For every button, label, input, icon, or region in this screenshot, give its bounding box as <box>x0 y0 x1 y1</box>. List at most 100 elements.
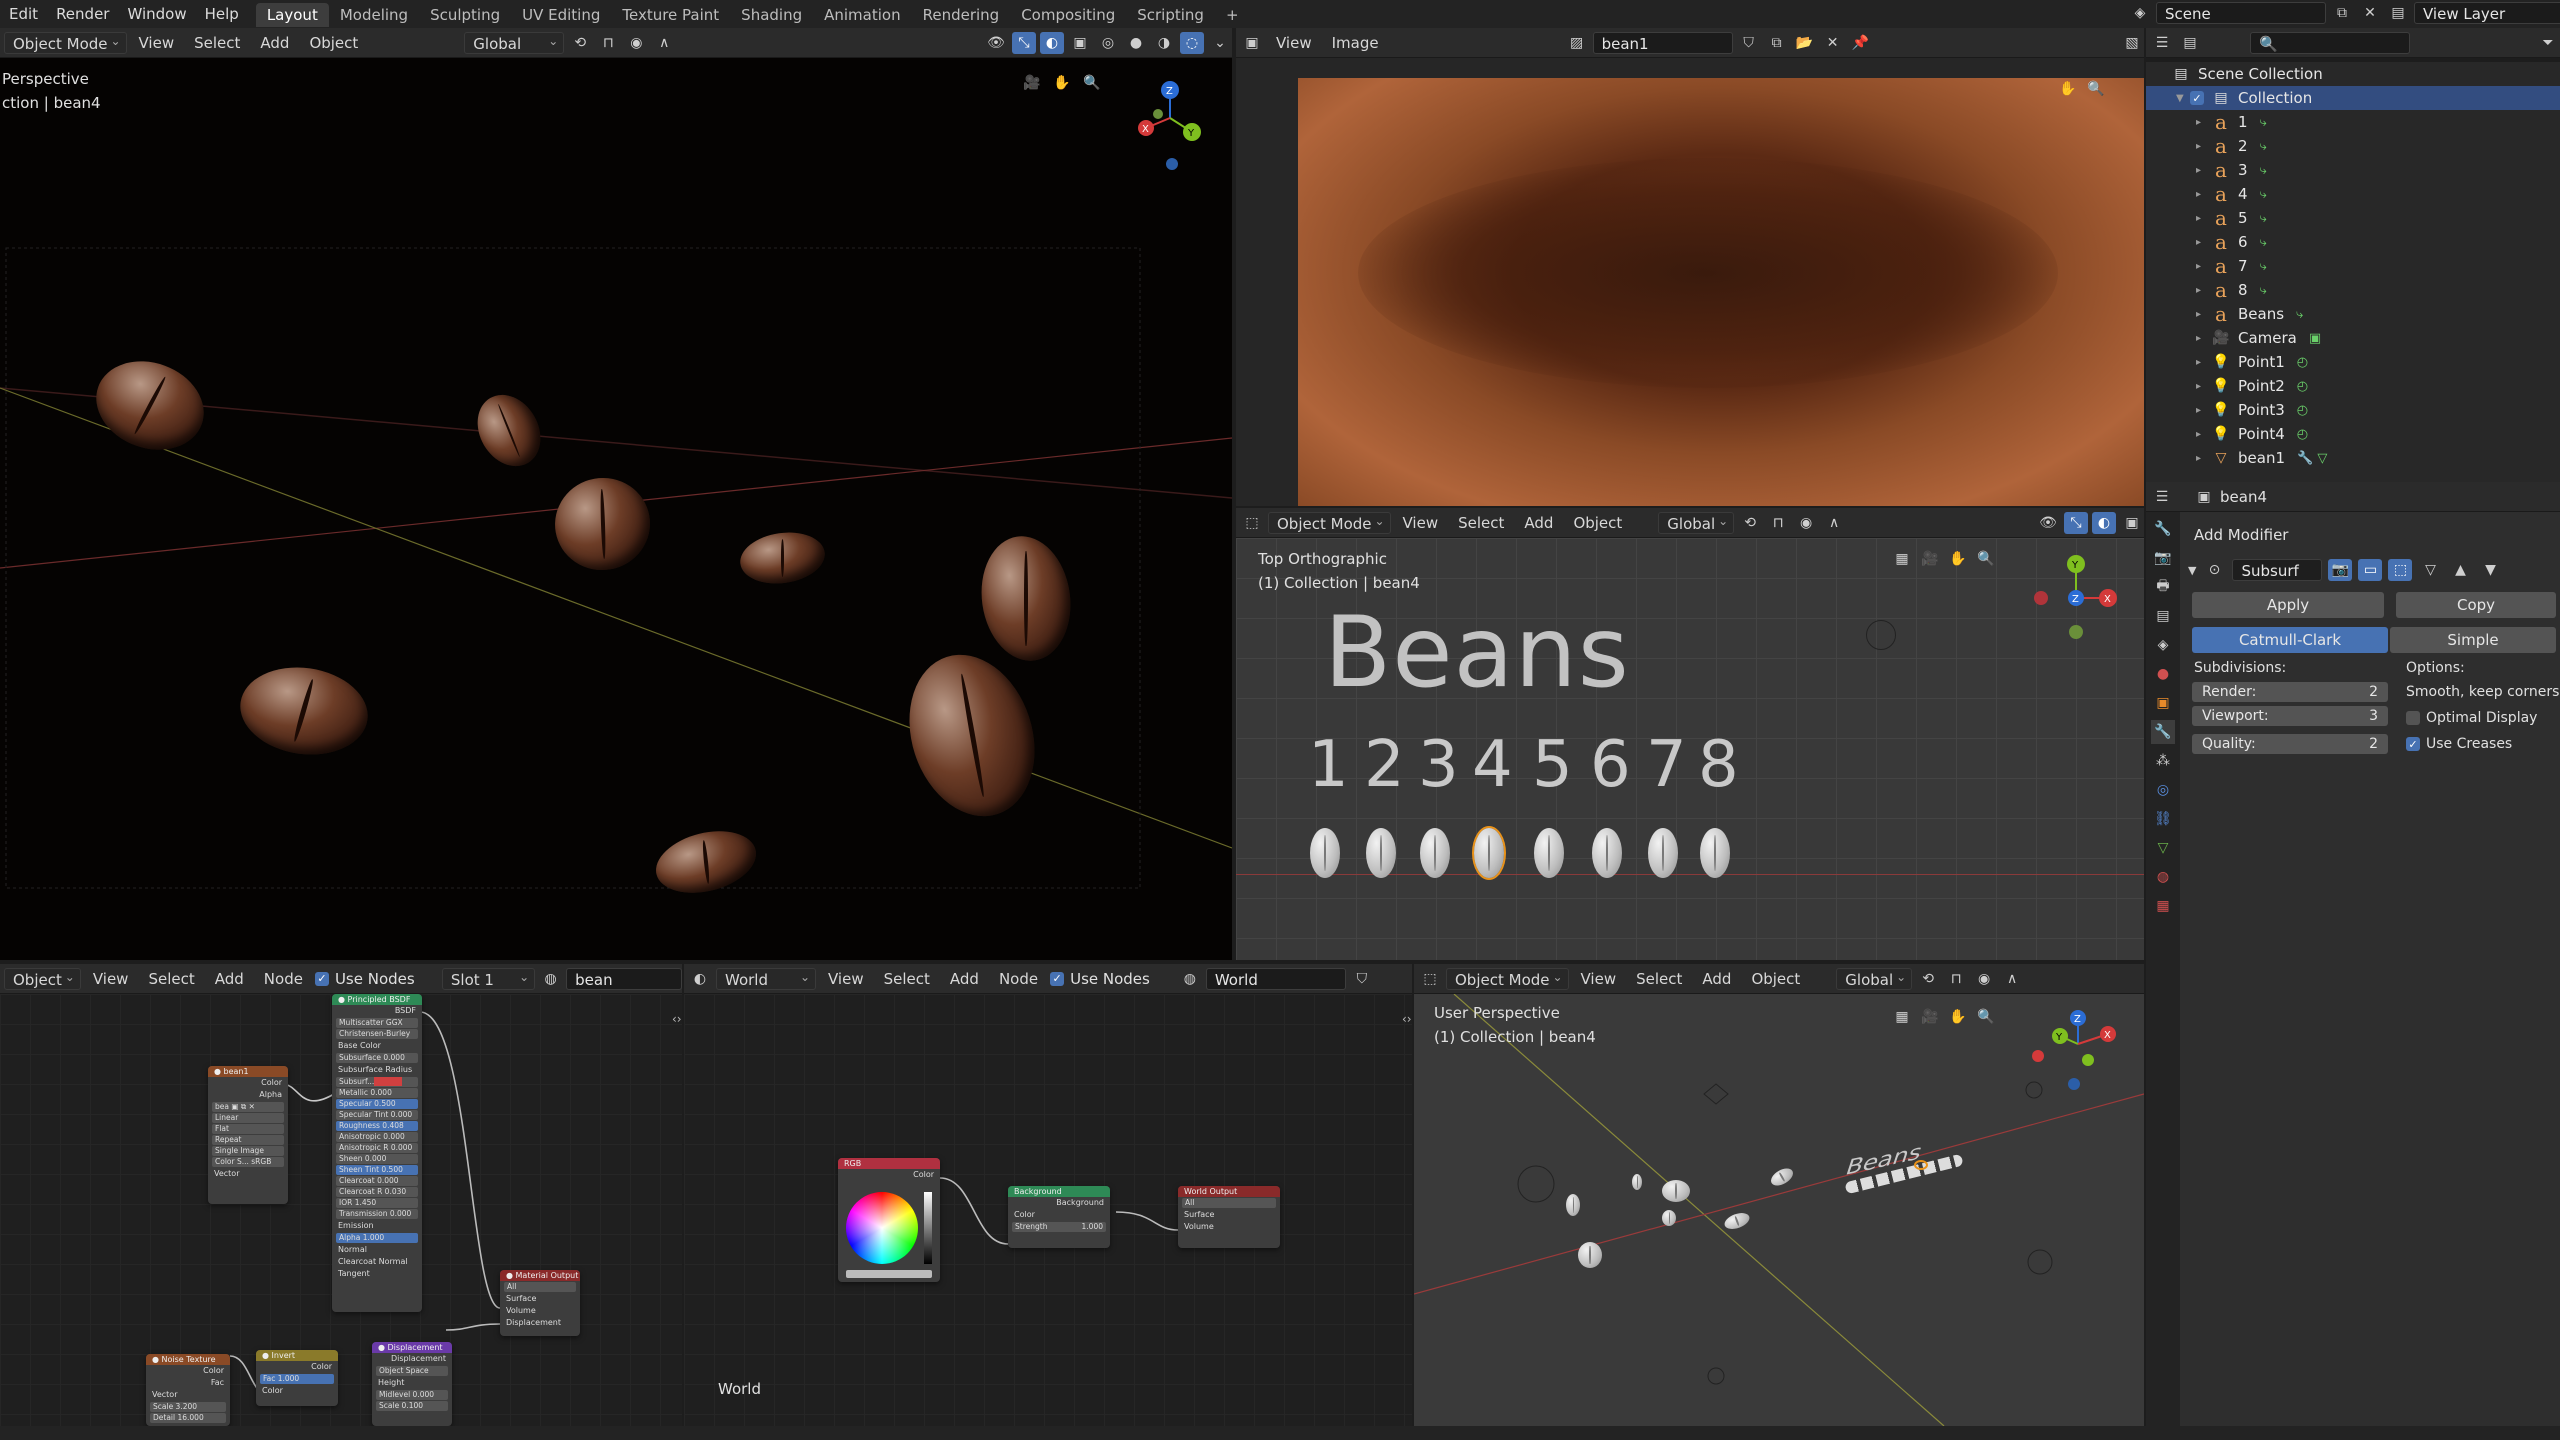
pan-hand-icon[interactable]: ✋ <box>1946 1006 1970 1028</box>
solid-shading-icon[interactable]: ● <box>1124 32 1148 54</box>
pan-hand-icon[interactable]: ✋ <box>2056 78 2080 100</box>
pin-icon[interactable]: 📌 <box>1849 32 1873 54</box>
rendered-shading-icon[interactable]: ◌ <box>1180 31 1204 54</box>
orientation-dropdown[interactable]: Global <box>1836 966 1913 990</box>
constraints-tab-icon[interactable]: ⛓ <box>2151 807 2175 831</box>
workspace-tab-sculpting[interactable]: Sculpting <box>419 3 511 27</box>
image-name-field[interactable]: bean1 <box>1592 31 1733 54</box>
outliner-item[interactable]: ▸ 💡 Point1 ◴ <box>2146 350 2560 374</box>
expand-arrow-icon[interactable]: ▸ <box>2196 405 2210 416</box>
fake-user-icon[interactable]: ⛉ <box>1737 32 1761 54</box>
object-menu[interactable]: Object <box>1565 512 1630 534</box>
add-menu[interactable]: Add <box>1694 968 1739 990</box>
viewport-user[interactable]: Beans User Perspective (1) Collection | … <box>1414 994 2144 1426</box>
expand-arrow-icon[interactable]: ▸ <box>2196 141 2210 152</box>
mode-dropdown[interactable]: Object Mode <box>1268 510 1391 534</box>
catmull-clark-button[interactable]: Catmull-Clark <box>2192 627 2388 653</box>
material-name-field[interactable]: bean <box>566 967 682 990</box>
expand-arrow-icon[interactable]: ▸ <box>2196 429 2210 440</box>
texture-tab-icon[interactable]: ▦ <box>2151 894 2175 918</box>
world-output-node[interactable]: World Output All Surface Volume <box>1178 1186 1280 1248</box>
outliner-item[interactable]: ▸ 💡 Point3 ◴ <box>2146 398 2560 422</box>
mode-dropdown[interactable]: Object Mode <box>4 30 127 54</box>
world-browse-icon[interactable]: ◍ <box>1178 968 1202 990</box>
orientation-dropdown[interactable]: Global <box>464 30 565 54</box>
expand-arrow-icon[interactable]: ▸ <box>2196 237 2210 248</box>
shader-type-dropdown[interactable]: World <box>716 966 816 990</box>
snap-icon[interactable]: ⊓ <box>1944 968 1968 990</box>
falloff-icon[interactable]: ∧ <box>652 32 676 54</box>
select-menu[interactable]: Select <box>876 968 938 990</box>
object-data-icon[interactable]: ⤷ <box>2260 211 2267 226</box>
rgb-node[interactable]: RGB Color <box>838 1158 940 1282</box>
expand-arrow-icon[interactable]: ▸ <box>2196 165 2210 176</box>
invert-node[interactable]: ● Invert Color Fac 1.000 Color <box>256 1350 338 1406</box>
outliner-item[interactable]: ▸ ▽ bean1 🔧 ▽ <box>2146 446 2560 470</box>
menu-render[interactable]: Render <box>47 0 118 28</box>
view-menu[interactable]: View <box>1395 512 1447 534</box>
navigation-gizmo[interactable]: Z Y X <box>1120 68 1220 178</box>
menu-edit[interactable]: Edit <box>0 0 47 28</box>
expand-arrow-icon[interactable]: ▸ <box>2196 309 2210 320</box>
image-view-menu[interactable]: View <box>1268 32 1320 54</box>
navigation-gizmo[interactable]: Y X Z <box>2024 544 2134 654</box>
view-layer-selector[interactable]: View Layer <box>2414 2 2560 24</box>
view-menu[interactable]: View <box>820 968 872 990</box>
world-node-canvas[interactable]: RGB Color Background Background Color St… <box>684 994 1412 1426</box>
zoom-icon[interactable]: 🔍 <box>1080 72 1104 94</box>
add-modifier-button[interactable]: Add Modifier <box>2194 526 2288 544</box>
pivot-icon[interactable]: ⟲ <box>568 32 592 54</box>
expand-arrow-icon[interactable]: ▸ <box>2196 189 2210 200</box>
view-menu[interactable]: View <box>1573 968 1625 990</box>
image-menu[interactable]: Image <box>1324 32 1387 54</box>
expand-arrow-icon[interactable]: ▸ <box>2196 285 2210 296</box>
value-slider[interactable] <box>924 1192 932 1264</box>
shader-node-canvas[interactable]: ● bean1 Color Alpha bea ▣ ⧉ ✕ Linear Flat Re… <box>0 994 682 1426</box>
material-shading-icon[interactable]: ◑ <box>1152 32 1176 54</box>
editor-type-icon[interactable]: ⬚ <box>1418 968 1442 990</box>
select-menu[interactable]: Select <box>186 32 248 54</box>
material-browse-icon[interactable]: ◍ <box>539 968 562 990</box>
object-data-icon[interactable]: ⤷ <box>2260 163 2267 178</box>
editor-type-icon[interactable]: ☰ <box>2150 486 2174 508</box>
workspace-tab-layout[interactable]: Layout <box>255 3 329 27</box>
outliner-item[interactable]: ▸ 💡 Point2 ◴ <box>2146 374 2560 398</box>
add-menu[interactable]: Add <box>942 968 987 990</box>
outliner-item[interactable]: ▸ a 3 ⤷ <box>2146 158 2560 182</box>
viewport-levels-field[interactable]: Viewport: 3 <box>2192 706 2388 726</box>
uv-smooth-dropdown[interactable]: Smooth, keep corners <box>2406 684 2559 700</box>
expand-arrow-icon[interactable]: ▸ <box>2196 261 2210 272</box>
outliner-item[interactable]: ▸ a 4 ⤷ <box>2146 182 2560 206</box>
quality-field[interactable]: Quality: 2 <box>2192 734 2388 754</box>
particles-tab-icon[interactable]: ⁂ <box>2151 749 2175 773</box>
object-data-icon[interactable]: ◴ <box>2297 379 2308 394</box>
image-texture-node[interactable]: ● bean1 Color Alpha bea ▣ ⧉ ✕ Linear Flat Re… <box>208 1066 288 1204</box>
sidebar-toggle-icon[interactable]: ‹› <box>1402 1012 1412 1026</box>
scene-selector[interactable]: Scene <box>2156 2 2326 24</box>
expand-arrow-icon[interactable]: ▸ <box>2196 381 2210 392</box>
wireframe-shading-icon[interactable]: ◎ <box>1096 32 1120 54</box>
node-menu[interactable]: Node <box>991 968 1046 990</box>
object-data-icon[interactable]: ⤷ <box>2260 187 2267 202</box>
overlays-toggle-icon[interactable]: ◐ <box>1040 31 1064 54</box>
overlays-toggle-icon[interactable]: ◐ <box>2092 511 2116 534</box>
view-menu[interactable]: View <box>85 968 137 990</box>
object-data-icon[interactable]: ⤷ <box>2260 115 2267 130</box>
outliner-item[interactable]: ▸ a 1 ⤷ <box>2146 110 2560 134</box>
shading-options-icon[interactable]: ⌄ <box>1208 32 1232 54</box>
show-editmode-icon[interactable]: ⬚ <box>2388 559 2413 581</box>
data-tab-icon[interactable]: ▽ <box>2151 836 2175 860</box>
object-data-icon[interactable]: ⤷ <box>2296 307 2303 322</box>
viewport-main[interactable]: Perspective ction | bean4 🎥 ✋ 🔍 Z Y X <box>0 58 1232 960</box>
render-tab-icon[interactable]: 📷 <box>2151 546 2175 570</box>
display-channels-icon[interactable]: ▧ <box>2120 32 2144 54</box>
viewport-top[interactable]: Top Orthographic (1) Collection | bean4 … <box>1236 538 2144 960</box>
workspace-tab-rendering[interactable]: Rendering <box>912 3 1011 27</box>
zoom-icon[interactable]: 🔍 <box>1974 548 1998 570</box>
object-tab-icon[interactable]: ▣ <box>2151 691 2175 715</box>
modifier-name-field[interactable]: Subsurf <box>2232 559 2323 581</box>
image-editor-canvas[interactable]: ✋ 🔍 <box>1236 58 2144 506</box>
copy-button[interactable]: Copy <box>2396 592 2556 618</box>
object-data-icon[interactable]: ⤷ <box>2260 235 2267 250</box>
mode-dropdown[interactable]: Object Mode <box>1446 966 1569 990</box>
